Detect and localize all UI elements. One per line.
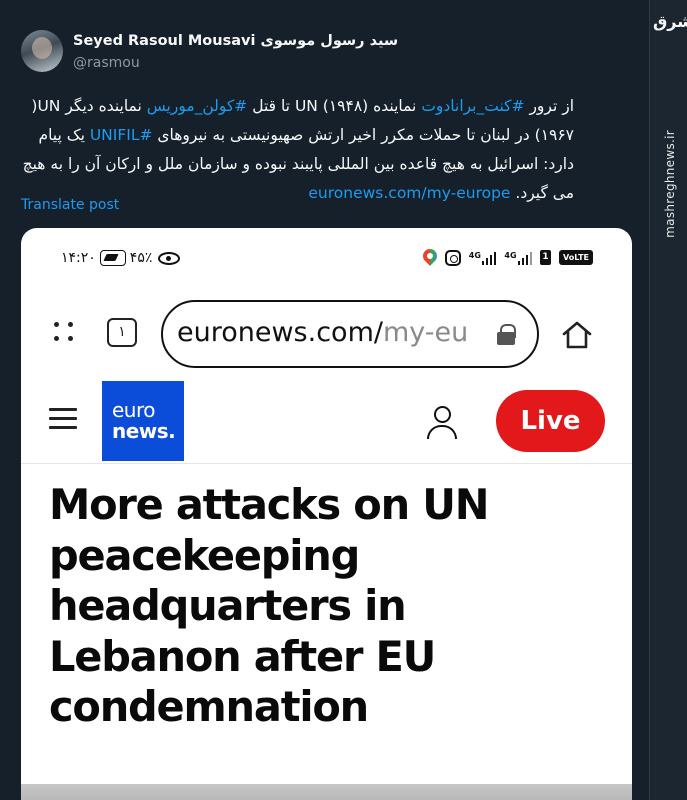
lock-icon (497, 324, 516, 345)
battery-level: ۴۵٪ (129, 250, 153, 266)
instagram-icon (444, 249, 461, 266)
tab-count-button[interactable]: ۱ (107, 318, 137, 347)
author-handle[interactable]: @rasmou (73, 55, 140, 71)
hashtag-link[interactable]: #کولن_موریس (147, 97, 248, 115)
battery-icon (99, 250, 126, 266)
watermark-bar: مشرق mashreghnews.ir (649, 0, 687, 800)
external-link[interactable]: euronews.com/my-europe (308, 184, 510, 202)
tweet-text-segment: می گیرد. (510, 184, 574, 202)
tweet-text-segment: نماینده دیگر UN( (31, 97, 147, 115)
url-text: euronews.com/my-eu (177, 317, 485, 348)
avatar[interactable] (21, 30, 63, 72)
url-path: my-eu (382, 317, 469, 348)
euronews-logo[interactable]: euro news. (102, 381, 184, 461)
hashtag-link[interactable]: #کنت_برانادوت (421, 97, 524, 115)
hashtag-link[interactable]: #UNIFIL (90, 126, 153, 144)
translate-post-link[interactable]: Translate post (21, 197, 119, 213)
tweet-line: از ترور #کنت_برانادوت نماینده UN (۱۹۴۸) … (18, 92, 574, 121)
tweet-text-segment: از ترور (524, 97, 574, 115)
logo-text-bottom: news. (112, 419, 176, 443)
site-header: euro news. Live (21, 372, 632, 464)
tweet-line: ۱۹۶۷) در لبنان تا حملات مکرر اخیر ارتش ص… (18, 121, 574, 150)
status-left: ۱۴:۲۰ ۴۵٪ (61, 250, 181, 266)
maps-pin-icon (423, 249, 437, 266)
tweet-text-segment: یک پیام (38, 126, 90, 144)
tweet-text-segment: ۱۹۶۷) در لبنان تا حملات مکرر اخیر ارتش ص… (152, 126, 574, 144)
status-time: ۱۴:۲۰ (61, 250, 96, 266)
home-icon[interactable] (561, 320, 593, 350)
article-headline: More attacks on UN peacekeeping headquar… (49, 480, 489, 731)
tweet-text: از ترور #کنت_برانادوت نماینده UN (۱۹۴۸) … (18, 92, 574, 208)
status-right: 4G 4G 1 VoLTE (423, 249, 593, 266)
eye-icon (158, 251, 181, 265)
watermark-logo: مشرق (653, 12, 687, 31)
phone-status-bar: ۱۴:۲۰ ۴۵٪ 4G 4G 1 VoLTE (21, 228, 632, 290)
network-type: 4G (504, 250, 517, 260)
menu-dots-icon[interactable] (54, 322, 80, 344)
volte-badge: VoLTE (559, 250, 593, 265)
watermark-site: mashreghnews.ir (663, 130, 677, 238)
author-display-name[interactable]: Seyed Rasoul Mousavi سید رسول موسوی (73, 33, 398, 49)
live-button[interactable]: Live (496, 390, 605, 452)
tweet-line: دارد: اسرائیل به هیچ قاعده بین المللی پا… (22, 155, 574, 173)
signal-icon: 4G (504, 250, 533, 265)
sim-icon: 1 (540, 250, 552, 265)
attached-screenshot[interactable]: ۱۴:۲۰ ۴۵٪ 4G 4G 1 VoLTE ۱ euronews.com/m… (21, 228, 632, 800)
signal-icon: 4G (469, 251, 497, 265)
browser-address-row: ۱ euronews.com/my-eu (21, 290, 632, 372)
article-photo (21, 784, 632, 800)
network-type: 4G (468, 250, 481, 260)
user-account-icon[interactable] (426, 406, 458, 439)
hamburger-menu-icon[interactable] (49, 408, 77, 430)
url-host: euronews.com/ (177, 317, 383, 348)
tweet-text-segment: نماینده UN (۱۹۴۸) تا قتل (247, 97, 422, 115)
address-bar[interactable]: euronews.com/my-eu (161, 300, 539, 368)
